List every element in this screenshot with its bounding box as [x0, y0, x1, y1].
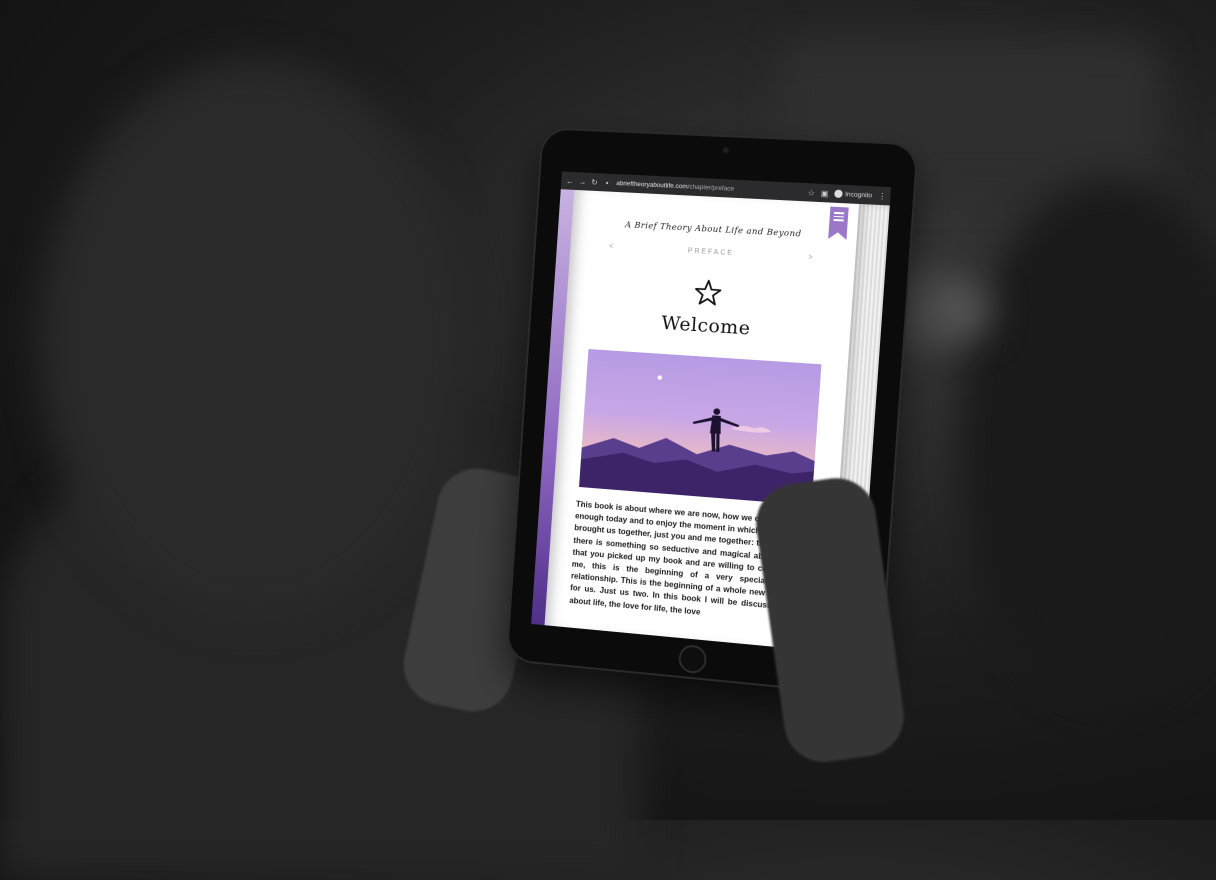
- forward-arrow-icon[interactable]: →: [578, 177, 586, 186]
- bookmark-star-icon[interactable]: ☆: [807, 188, 815, 197]
- hero-illustration: [579, 375, 816, 506]
- url-domain: abrieftheoryaboutlife.com: [616, 179, 688, 190]
- person-head: [40, 60, 470, 620]
- chapter-heading: Welcome: [660, 311, 752, 340]
- prev-chapter-button[interactable]: <: [609, 243, 615, 250]
- hamburger-icon-line: [834, 219, 844, 221]
- front-camera: [722, 147, 730, 154]
- dashboard-light: [930, 280, 990, 340]
- book-title: A Brief Theory About Life and Beyond: [624, 220, 802, 240]
- moon: [657, 375, 663, 381]
- lock-icon: •: [605, 178, 609, 188]
- chapter-nav: < PREFACE >: [609, 243, 815, 261]
- incognito-icon: [833, 189, 843, 199]
- hero-image: [579, 349, 822, 506]
- tab-switcher-icon[interactable]: ▣: [821, 188, 829, 197]
- more-menu-icon[interactable]: ⋮: [878, 191, 887, 201]
- back-arrow-icon[interactable]: ←: [566, 176, 574, 185]
- chapter-label: PREFACE: [687, 247, 735, 258]
- hamburger-icon-line: [834, 215, 844, 217]
- url-path: /chapter/preface: [687, 182, 735, 193]
- incognito-label: Incognito: [844, 190, 873, 199]
- reload-icon[interactable]: ↻: [591, 177, 598, 186]
- incognito-indicator[interactable]: Incognito: [833, 189, 873, 200]
- car-steering-wheel: [960, 180, 1216, 700]
- home-button[interactable]: [677, 643, 708, 675]
- star-icon: [695, 279, 721, 306]
- hamburger-icon-line: [834, 212, 844, 214]
- next-chapter-button[interactable]: >: [808, 254, 815, 261]
